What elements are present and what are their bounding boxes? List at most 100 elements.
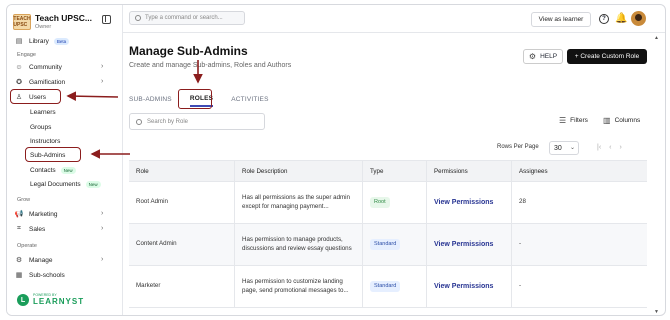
sidebar-item-groups[interactable]: Groups	[30, 121, 51, 133]
annotation-box-users	[10, 89, 61, 104]
brand-name: Teach UPSC...	[35, 13, 92, 23]
command-search-input[interactable]: Type a command or search...	[129, 11, 245, 25]
learnyst-icon: L	[17, 294, 29, 306]
assignees-count: -	[519, 282, 522, 290]
sidebar-item-label: Gamification	[29, 78, 66, 86]
megaphone-icon: 📢	[14, 211, 24, 218]
assignees-count: -	[519, 240, 522, 248]
search-icon	[135, 15, 141, 21]
help-button-label: HELP	[540, 53, 558, 60]
scroll-up-icon[interactable]: ▲	[654, 35, 659, 41]
school-icon: ▦	[15, 272, 23, 279]
page-title: Manage Sub-Admins	[129, 44, 248, 58]
prev-page-icon[interactable]: ‹	[609, 144, 611, 151]
rows-per-page-value: 30	[554, 144, 562, 152]
learnyst-logo: L POWERED BY LEARNYST	[17, 294, 84, 306]
chevron-right-icon: ›	[101, 225, 104, 232]
type-badge: Root	[370, 196, 390, 209]
topbar: Type a command or search... View as lear…	[123, 5, 665, 33]
community-icon: ☺	[15, 63, 23, 71]
sidebar-item-library[interactable]: ▤ Library Beta	[15, 35, 70, 47]
new-badge: New	[60, 166, 76, 174]
gear-icon: ⚙	[528, 52, 537, 61]
sidebar-item-community[interactable]: ☺ Community	[15, 61, 61, 73]
sidebar-item-sub-schools[interactable]: ▦ Sub-schools	[15, 269, 65, 281]
help-icon[interactable]: ?	[599, 14, 609, 24]
sidebar-collapse-icon[interactable]	[102, 15, 111, 24]
sidebar-item-label: Learners	[30, 108, 56, 116]
sidebar-item-instructors[interactable]: Instructors	[30, 135, 60, 147]
rows-per-page-select[interactable]: 30 ⌄	[549, 141, 579, 155]
scrollbar[interactable]: ▲ ▼	[653, 33, 661, 315]
avatar[interactable]	[631, 11, 646, 26]
sidebar-item-label: Contacts	[30, 166, 56, 174]
sidebar-item-contacts[interactable]: Contacts New	[30, 164, 76, 176]
sidebar-item-gamification[interactable]: ✪ Gamification	[15, 76, 65, 88]
search-placeholder: Type a command or search...	[145, 15, 223, 21]
columns-button[interactable]: ▥ Columns	[603, 116, 640, 125]
chevron-down-icon: ⌄	[569, 145, 575, 151]
app-window: TEACH UPSC Teach UPSC... Owner ▤ Library…	[6, 4, 666, 316]
sidebar-item-marketing[interactable]: 📢 Marketing	[15, 208, 58, 220]
next-page-icon[interactable]: ›	[620, 144, 622, 151]
columns-label: Columns	[614, 117, 641, 124]
table-row[interactable]: Root Admin Has all permissions as the su…	[129, 182, 647, 224]
sidebar-item-label: Instructors	[30, 137, 61, 145]
column-header-permissions: Permissions	[427, 161, 512, 181]
search-icon	[136, 118, 142, 125]
chevron-right-icon: ›	[101, 78, 104, 85]
role-search-input[interactable]: Search by Role	[129, 113, 265, 130]
help-button[interactable]: ⚙ HELP	[523, 49, 563, 64]
role-name: Root Admin	[129, 182, 235, 223]
table-row[interactable]: Marketer Has permission to customize lan…	[129, 266, 647, 308]
create-custom-role-button[interactable]: + Create Custom Role	[567, 49, 647, 64]
sidebar-item-label: Groups	[30, 123, 52, 131]
sidebar-item-legal-documents[interactable]: Legal Documents New	[30, 178, 101, 190]
filter-icon: ☰	[559, 116, 567, 125]
sidebar-item-learners[interactable]: Learners	[30, 106, 56, 118]
role-description: Has all permissions as the super admin e…	[235, 182, 363, 223]
role-description: Has permission to customize landing page…	[235, 266, 363, 307]
type-badge: Standard	[370, 280, 401, 293]
roles-table: Role Role Description Type Permissions A…	[129, 160, 647, 308]
view-permissions-link[interactable]: View Permissions	[434, 198, 493, 208]
assignees-count: 28	[519, 198, 526, 206]
gamification-icon: ✪	[16, 79, 22, 86]
view-as-learner-button[interactable]: View as learner	[531, 12, 591, 27]
sidebar: TEACH UPSC Teach UPSC... Owner ▤ Library…	[7, 5, 123, 315]
type-badge: Standard	[370, 238, 401, 251]
section-engage: Engage	[17, 52, 36, 58]
column-header-assignees: Assignees	[519, 167, 548, 175]
page-subtitle: Create and manage Sub-admins, Roles and …	[129, 62, 292, 69]
section-operate: Operate	[17, 243, 37, 249]
first-page-icon[interactable]: |‹	[597, 144, 601, 151]
role-name: Content Admin	[129, 224, 235, 265]
scroll-down-icon[interactable]: ▼	[654, 309, 659, 315]
filters-label: Filters	[570, 117, 588, 124]
annotation-box-roles	[178, 89, 212, 109]
role-name: Marketer	[129, 266, 235, 307]
role-description: Has permission to manage products, discu…	[235, 224, 363, 265]
sidebar-item-manage[interactable]: ⚙ Manage	[15, 254, 53, 266]
chevron-right-icon: ›	[101, 63, 104, 70]
view-permissions-link[interactable]: View Permissions	[434, 282, 493, 292]
filters-button[interactable]: ☰ Filters	[559, 116, 588, 125]
sidebar-item-label: Legal Documents	[30, 180, 81, 188]
tag-icon: ⌗	[17, 225, 21, 232]
manage-icon: ⚙	[15, 257, 23, 264]
brand-logo: TEACH UPSC	[13, 14, 31, 30]
column-header-description: Role Description	[235, 161, 363, 181]
new-badge: New	[85, 180, 101, 188]
columns-icon: ▥	[603, 116, 611, 125]
library-icon: ▤	[15, 38, 23, 45]
brand-role: Owner	[35, 23, 52, 30]
sidebar-item-sales[interactable]: ⌗ Sales	[15, 223, 45, 235]
tab-activities[interactable]: ACTIVITIES	[231, 91, 268, 107]
beta-badge: Beta	[53, 37, 70, 45]
bell-icon[interactable]: 🔔	[615, 13, 627, 24]
view-permissions-link[interactable]: View Permissions	[434, 240, 493, 250]
sidebar-item-label: Sales	[29, 225, 46, 233]
tab-sub-admins[interactable]: SUB-ADMINS	[129, 91, 172, 107]
table-row[interactable]: Content Admin Has permission to manage p…	[129, 224, 647, 266]
column-header-role: Role	[129, 161, 235, 181]
